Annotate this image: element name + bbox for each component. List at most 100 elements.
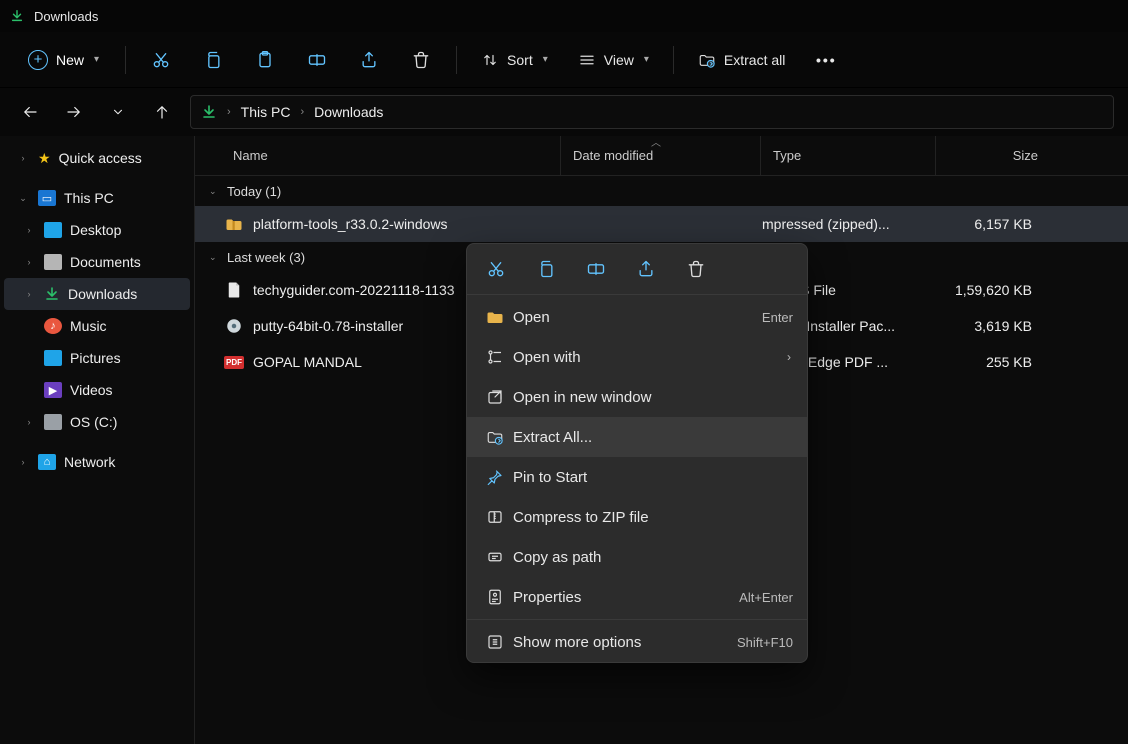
ctx-rename-button[interactable] xyxy=(583,256,609,282)
ctx-share-button[interactable] xyxy=(633,256,659,282)
sidebar-label: OS (C:) xyxy=(70,414,117,430)
desktop-icon xyxy=(44,222,62,238)
sort-button[interactable]: Sort ▾ xyxy=(471,45,558,75)
sidebar-label: Quick access xyxy=(59,150,142,166)
ctx-label: Open xyxy=(509,309,762,326)
chevron-down-icon: ⌄ xyxy=(16,193,30,204)
column-header-name[interactable]: Name xyxy=(195,136,560,175)
context-quick-actions xyxy=(467,244,807,292)
up-button[interactable] xyxy=(146,96,178,128)
forward-button[interactable] xyxy=(58,96,90,128)
sidebar-label: Documents xyxy=(70,254,141,270)
breadcrumb-item[interactable]: This PC xyxy=(241,104,291,120)
sidebar-item-desktop[interactable]: › Desktop xyxy=(0,214,194,246)
folder-icon xyxy=(481,309,509,325)
chevron-right-icon: › xyxy=(22,257,36,267)
sidebar-item-pictures[interactable]: Pictures xyxy=(0,342,194,374)
sort-label: Sort xyxy=(507,52,533,68)
zip-icon xyxy=(481,508,509,526)
copy-button[interactable] xyxy=(192,40,234,80)
chevron-right-icon: › xyxy=(16,457,30,467)
chevron-right-icon: › xyxy=(300,106,304,118)
ctx-show-more[interactable]: Show more options Shift+F10 xyxy=(467,622,807,662)
ctx-accel: Shift+F10 xyxy=(737,635,793,650)
ctx-copy-path[interactable]: Copy as path xyxy=(467,537,807,577)
ctx-label: Open in new window xyxy=(509,389,793,406)
sidebar-network[interactable]: › ⌂ Network xyxy=(0,446,194,478)
column-headers: Name ︿ Date modified Type Size xyxy=(195,136,1128,176)
properties-icon xyxy=(481,588,509,606)
copy-path-icon xyxy=(481,548,509,566)
view-label: View xyxy=(604,52,634,68)
ctx-cut-button[interactable] xyxy=(483,256,509,282)
sidebar-label: Downloads xyxy=(68,286,137,302)
downloads-icon xyxy=(44,286,60,302)
chevron-right-icon: › xyxy=(22,289,36,299)
column-header-date[interactable]: ︿ Date modified xyxy=(560,136,760,175)
extract-icon xyxy=(698,51,716,69)
breadcrumb-item[interactable]: Downloads xyxy=(314,104,383,120)
separator xyxy=(467,619,807,620)
view-button[interactable]: View ▾ xyxy=(568,45,659,75)
delete-button[interactable] xyxy=(400,40,442,80)
separator xyxy=(673,46,674,74)
sidebar-label: Videos xyxy=(70,382,113,398)
toolbar: + New ▾ Sort ▾ View ▾ Extract all ••• xyxy=(0,32,1128,88)
more-button[interactable]: ••• xyxy=(805,40,847,80)
file-size: 1,59,620 KB xyxy=(925,282,1040,298)
videos-icon: ▶ xyxy=(44,382,62,398)
separator xyxy=(456,46,457,74)
ctx-pin-start[interactable]: Pin to Start xyxy=(467,457,807,497)
ctx-properties[interactable]: Properties Alt+Enter xyxy=(467,577,807,617)
ctx-label: Compress to ZIP file xyxy=(509,509,793,526)
open-with-icon xyxy=(481,348,509,366)
column-header-size[interactable]: Size xyxy=(935,136,1050,175)
column-header-type[interactable]: Type xyxy=(760,136,935,175)
file-row[interactable]: platform-tools_r33.0.2-windows mpressed … xyxy=(195,206,1128,242)
file-size: 6,157 KB xyxy=(925,216,1040,232)
sidebar: › ★ Quick access ⌄ ▭ This PC › Desktop ›… xyxy=(0,136,195,744)
ctx-copy-button[interactable] xyxy=(533,256,559,282)
sidebar-item-documents[interactable]: › Documents xyxy=(0,246,194,278)
pin-icon xyxy=(481,468,509,486)
drive-icon xyxy=(44,414,62,430)
recent-button[interactable] xyxy=(102,96,134,128)
chevron-down-icon: ▾ xyxy=(642,54,649,65)
chevron-right-icon: › xyxy=(22,417,36,427)
pictures-icon xyxy=(44,350,62,366)
show-more-icon xyxy=(481,633,509,651)
ctx-label: Open with xyxy=(509,349,787,366)
sidebar-quick-access[interactable]: › ★ Quick access xyxy=(0,142,194,174)
group-header[interactable]: ⌄ Today (1) xyxy=(195,176,1128,206)
new-button[interactable]: + New ▾ xyxy=(16,44,111,76)
cut-button[interactable] xyxy=(140,40,182,80)
ctx-open-new-window[interactable]: Open in new window xyxy=(467,377,807,417)
sidebar-item-downloads[interactable]: › Downloads xyxy=(4,278,190,310)
sidebar-label: This PC xyxy=(64,190,114,206)
ctx-label: Extract All... xyxy=(509,429,793,446)
paste-button[interactable] xyxy=(244,40,286,80)
rename-button[interactable] xyxy=(296,40,338,80)
share-button[interactable] xyxy=(348,40,390,80)
address-bar[interactable]: › This PC › Downloads xyxy=(190,95,1114,129)
separator xyxy=(467,294,807,295)
installer-icon xyxy=(223,317,245,335)
ctx-extract-all[interactable]: Extract All... xyxy=(467,417,807,457)
separator xyxy=(125,46,126,74)
ctx-delete-button[interactable] xyxy=(683,256,709,282)
sidebar-this-pc[interactable]: ⌄ ▭ This PC xyxy=(0,182,194,214)
back-button[interactable] xyxy=(14,96,46,128)
sidebar-item-music[interactable]: ♪ Music xyxy=(0,310,194,342)
nav-row: › This PC › Downloads xyxy=(0,88,1128,136)
downloads-breadcrumb-icon xyxy=(201,104,217,120)
ctx-open-with[interactable]: Open with › xyxy=(467,337,807,377)
music-icon: ♪ xyxy=(44,318,62,334)
sort-asc-icon: ︿ xyxy=(651,136,661,149)
ctx-accel: Alt+Enter xyxy=(739,590,793,605)
sidebar-item-videos[interactable]: ▶ Videos xyxy=(0,374,194,406)
chevron-right-icon: › xyxy=(227,106,231,118)
ctx-compress-zip[interactable]: Compress to ZIP file xyxy=(467,497,807,537)
ctx-open[interactable]: Open Enter xyxy=(467,297,807,337)
sidebar-item-os-c[interactable]: › OS (C:) xyxy=(0,406,194,438)
extract-all-button[interactable]: Extract all xyxy=(688,45,795,75)
